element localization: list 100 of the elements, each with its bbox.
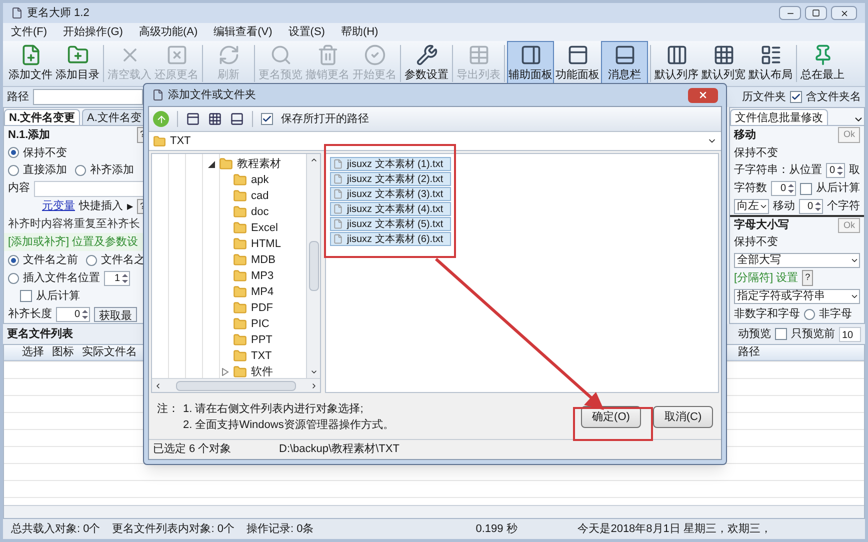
menu-item[interactable]: 高级功能(A)	[138, 24, 198, 40]
option-label: 非数字和字母	[734, 306, 800, 322]
toolbar-button[interactable]: 添加目录	[54, 41, 101, 86]
tree-item[interactable]: doc	[152, 204, 306, 220]
toolbar-button[interactable]: 默认列序	[653, 41, 700, 86]
menu-item[interactable]: 设置(S)	[288, 24, 325, 40]
column-header[interactable]: 路径	[734, 344, 864, 361]
close-icon	[840, 8, 848, 18]
menu-item[interactable]: 帮助(H)	[340, 24, 378, 40]
up-folder-button[interactable]	[153, 111, 169, 127]
radio-button[interactable]	[8, 147, 19, 158]
spin-field[interactable]: 0	[56, 306, 90, 322]
trash-icon	[316, 44, 338, 66]
tree-item[interactable]: 教程素材	[152, 156, 306, 172]
menu-item[interactable]: 编辑查看(V)	[214, 24, 272, 40]
case-select[interactable]: 全部大写	[734, 252, 860, 268]
location-combo[interactable]: TXT	[149, 131, 721, 151]
horizontal-scrollbar[interactable]	[152, 378, 320, 392]
insert-link[interactable]: 元变量	[42, 198, 75, 215]
section-title: 移动	[734, 128, 756, 143]
tree-item[interactable]: TXT	[152, 348, 306, 364]
tree-item[interactable]: MDB	[152, 252, 306, 268]
preview-count-field[interactable]: 10	[839, 326, 861, 342]
status-text: 总共载入对象: 0个	[11, 522, 100, 537]
checkbox[interactable]	[800, 182, 812, 195]
app-icon	[11, 7, 23, 19]
radio-button[interactable]	[8, 272, 19, 284]
menu-item[interactable]: 开始操作(G)	[63, 24, 123, 40]
scroll-right-icon	[310, 382, 318, 390]
scroll-thumb[interactable]	[176, 380, 296, 390]
tree-item[interactable]: PPT	[152, 332, 306, 348]
spin-arrows-icon	[82, 308, 88, 320]
scroll-down-icon	[310, 368, 318, 376]
separator-select[interactable]: 指定字符或字符串	[734, 288, 860, 304]
scroll-thumb[interactable]	[308, 241, 318, 291]
tree-item[interactable]: MP4	[152, 284, 306, 300]
radio-button[interactable]	[75, 165, 86, 176]
file-item[interactable]: jisuxz 文本素材 (4).txt	[330, 202, 451, 216]
checkbox[interactable]	[261, 113, 273, 125]
spin-arrows-icon	[122, 272, 128, 284]
tree-item[interactable]: apk	[152, 172, 306, 188]
vertical-scrollbar[interactable]	[306, 154, 320, 378]
path-field[interactable]	[33, 89, 143, 105]
tree-item[interactable]: PIC	[152, 316, 306, 332]
note-text: 2. 全面支持Windows资源管理器操作方式。	[183, 418, 394, 433]
file-item[interactable]: jisuxz 文本素材 (5).txt	[330, 217, 451, 231]
toolbar-button[interactable]: 添加文件	[7, 41, 54, 86]
close-button[interactable]	[688, 88, 718, 102]
tree-item[interactable]: MP3	[152, 268, 306, 284]
checkbox[interactable]	[775, 328, 787, 340]
radio-button[interactable]	[8, 254, 19, 266]
column-header[interactable]: 实际文件名	[78, 344, 141, 361]
spin-field[interactable]: 1	[104, 270, 130, 286]
fetch-button[interactable]: 获取最	[94, 306, 137, 322]
file-item[interactable]: jisuxz 文本素材 (6).txt	[330, 232, 451, 246]
horizontal-scrollbar[interactable]	[4, 505, 864, 518]
status-text: 操作记录: 0条	[246, 522, 314, 537]
toolbar-button[interactable]: 总在最上	[799, 41, 846, 86]
direction-select[interactable]: 向左	[734, 198, 769, 214]
maximize-button[interactable]	[805, 6, 827, 20]
toolbar-button[interactable]: 默认布局	[747, 41, 794, 86]
tree-item[interactable]: Excel	[152, 220, 306, 236]
panel-tab[interactable]: 文件信息批量修改	[730, 108, 828, 125]
toolbar-button[interactable]: 参数设置	[403, 41, 450, 86]
toolbar-button[interactable]: 功能面板	[554, 41, 601, 86]
grid-view-icon[interactable]	[208, 112, 222, 126]
menu-item[interactable]: 文件(F)	[11, 24, 48, 40]
field-label: 移动	[773, 199, 795, 214]
dialog-title: 添加文件或文件夹	[168, 88, 256, 103]
file-item[interactable]: jisuxz 文本素材 (3).txt	[330, 187, 451, 201]
ok-button[interactable]: 确定(O)	[581, 406, 641, 428]
view-icon[interactable]	[230, 112, 244, 126]
column-header[interactable]: 选择	[18, 344, 48, 361]
file-item[interactable]: jisuxz 文本素材 (1).txt	[330, 157, 451, 171]
file-item[interactable]: jisuxz 文本素材 (2).txt	[330, 172, 451, 186]
radio-button[interactable]	[804, 308, 815, 320]
grid-icon	[712, 44, 734, 66]
tree-item[interactable]: cad	[152, 188, 306, 204]
column-header[interactable]: 图标	[48, 344, 78, 361]
help-badge: ?	[802, 270, 814, 286]
checkbox-label: 含文件夹名	[806, 90, 861, 105]
toolbar-button[interactable]: 辅助面板	[507, 41, 554, 86]
tree-item[interactable]: PDF	[152, 300, 306, 316]
cancel-button[interactable]: 取消(C)	[653, 406, 713, 428]
field-label: 补齐长度	[8, 306, 52, 322]
tree-item[interactable]: 软件	[152, 364, 306, 380]
checkbox[interactable]	[790, 91, 802, 103]
checkbox[interactable]	[20, 290, 32, 302]
close-button[interactable]	[831, 6, 857, 20]
view-icon[interactable]	[186, 112, 200, 126]
spin-field[interactable]: 0	[826, 163, 845, 178]
tree-item[interactable]: HTML	[152, 236, 306, 252]
spin-field[interactable]: 0	[799, 198, 823, 214]
toolbar-button[interactable]: 消息栏	[601, 41, 648, 86]
panel-tab[interactable]: N.文件名变更	[4, 108, 80, 125]
toolbar-button[interactable]: 默认列宽	[700, 41, 747, 86]
spin-field[interactable]: 0	[771, 181, 796, 196]
field-label: 子字符串：从位置	[734, 162, 822, 178]
radio-button[interactable]	[8, 165, 19, 176]
radio-button[interactable]	[86, 254, 97, 266]
